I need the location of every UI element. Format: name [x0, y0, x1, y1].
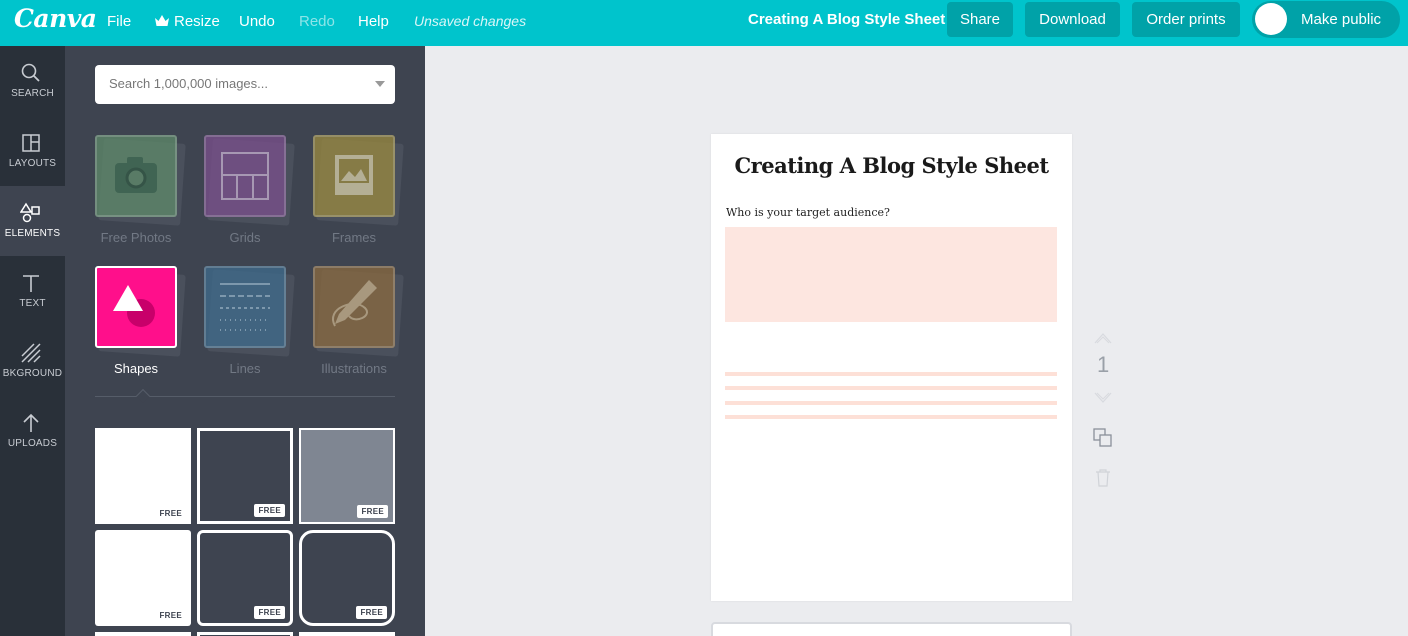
shape-partial[interactable]	[299, 632, 395, 636]
toggle-knob	[1255, 3, 1287, 35]
side-rail: SEARCH LAYOUTS ELEMENTS TEXT BKGROUND UP…	[0, 46, 65, 636]
category-label: Lines	[229, 361, 261, 376]
free-badge: FREE	[159, 611, 182, 620]
shape-square-white[interactable]: FREE	[95, 428, 191, 524]
category-free-photos[interactable]	[95, 135, 186, 226]
rail-item-text[interactable]: TEXT	[0, 256, 65, 326]
shape-rounded-white[interactable]: FREE	[95, 530, 191, 626]
rail-item-elements[interactable]: ELEMENTS	[0, 186, 65, 256]
camera-icon	[95, 135, 177, 217]
free-badge: FREE	[159, 509, 182, 518]
category-label: Free Photos	[100, 230, 172, 245]
answer-line[interactable]	[725, 415, 1057, 419]
shape-rounded-outline-large[interactable]: FREE	[299, 530, 395, 626]
chevron-up-icon[interactable]	[1094, 332, 1112, 344]
rail-item-layouts[interactable]: LAYOUTS	[0, 116, 65, 186]
trash-icon[interactable]	[1095, 469, 1111, 487]
category-label: Shapes	[113, 361, 159, 376]
shapes-icon	[95, 266, 177, 348]
make-public-label: Make public	[1301, 11, 1382, 28]
rail-label: UPLOADS	[7, 438, 58, 449]
category-label: Grids	[229, 230, 261, 245]
design-question[interactable]: Who is your target audience?	[726, 206, 890, 219]
search-placeholder: Search 1,000,000 images...	[109, 76, 268, 91]
rail-label: BKGROUND	[2, 368, 63, 379]
design-title[interactable]: Creating A Blog Style Sheet	[711, 153, 1072, 178]
make-public-toggle[interactable]: Make public	[1252, 1, 1400, 38]
undo-button[interactable]: Undo	[239, 13, 275, 30]
chevron-down-icon[interactable]	[1094, 392, 1112, 404]
resize-label: Resize	[174, 13, 220, 30]
category-grids[interactable]	[204, 135, 295, 226]
next-page[interactable]	[711, 622, 1072, 636]
category-illustrations[interactable]	[313, 266, 404, 357]
background-icon	[21, 343, 41, 363]
top-bar: Canva File Resize Undo Redo Help Unsaved…	[0, 0, 1408, 46]
download-button[interactable]: Download	[1025, 2, 1120, 37]
lines-icon	[204, 266, 286, 348]
shape-rounded-outline[interactable]: FREE	[197, 530, 293, 626]
document-title[interactable]: Creating A Blog Style Sheet	[748, 11, 945, 28]
search-icon	[21, 63, 40, 82]
rail-item-search[interactable]: SEARCH	[0, 46, 65, 116]
free-badge: FREE	[356, 606, 387, 619]
design-page[interactable]: Creating A Blog Style Sheet Who is your …	[711, 134, 1072, 601]
active-indicator	[135, 388, 151, 404]
shape-partial[interactable]	[197, 632, 293, 636]
upload-icon	[23, 413, 39, 432]
save-status: Unsaved changes	[414, 13, 527, 29]
layout-icon	[22, 134, 40, 152]
image-search-input[interactable]: Search 1,000,000 images...	[95, 65, 395, 104]
rail-label: ELEMENTS	[4, 228, 61, 239]
grid-icon	[204, 135, 286, 217]
answer-line[interactable]	[725, 401, 1057, 405]
free-badge: FREE	[254, 504, 285, 517]
file-menu[interactable]: File	[107, 13, 131, 30]
frame-icon	[313, 135, 395, 217]
canva-logo[interactable]: Canva	[14, 4, 97, 33]
duplicate-page-icon[interactable]	[1093, 428, 1113, 448]
free-badge: FREE	[254, 606, 285, 619]
category-label: Frames	[331, 230, 377, 245]
shape-square-gray[interactable]: FREE	[299, 428, 395, 524]
elements-icon	[20, 202, 40, 223]
shape-square-outline[interactable]: FREE	[197, 428, 293, 524]
category-label: Illustrations	[321, 361, 387, 376]
category-shapes[interactable]	[95, 266, 186, 357]
category-frames[interactable]	[313, 135, 404, 226]
answer-box[interactable]	[725, 227, 1057, 322]
rail-item-background[interactable]: BKGROUND	[0, 326, 65, 396]
resize-menu[interactable]: Resize	[155, 13, 220, 30]
category-lines[interactable]	[204, 266, 295, 357]
free-badge: FREE	[357, 505, 388, 518]
elements-panel: Search 1,000,000 images... Free Photos G…	[65, 46, 425, 636]
redo-button[interactable]: Redo	[299, 13, 335, 30]
text-icon	[23, 275, 39, 292]
order-prints-button[interactable]: Order prints	[1132, 2, 1240, 37]
rail-label: LAYOUTS	[8, 158, 57, 169]
shape-partial[interactable]	[95, 632, 191, 636]
share-button[interactable]: Share	[947, 2, 1013, 37]
chevron-down-icon[interactable]	[375, 81, 385, 87]
rail-label: TEXT	[19, 298, 46, 309]
answer-line[interactable]	[725, 386, 1057, 390]
answer-line[interactable]	[725, 372, 1057, 376]
rail-item-uploads[interactable]: UPLOADS	[0, 396, 65, 466]
pencil-icon	[313, 266, 395, 348]
rail-label: SEARCH	[11, 88, 54, 99]
crown-icon	[155, 15, 169, 26]
help-menu[interactable]: Help	[358, 13, 389, 30]
page-number: 1	[1097, 352, 1110, 377]
